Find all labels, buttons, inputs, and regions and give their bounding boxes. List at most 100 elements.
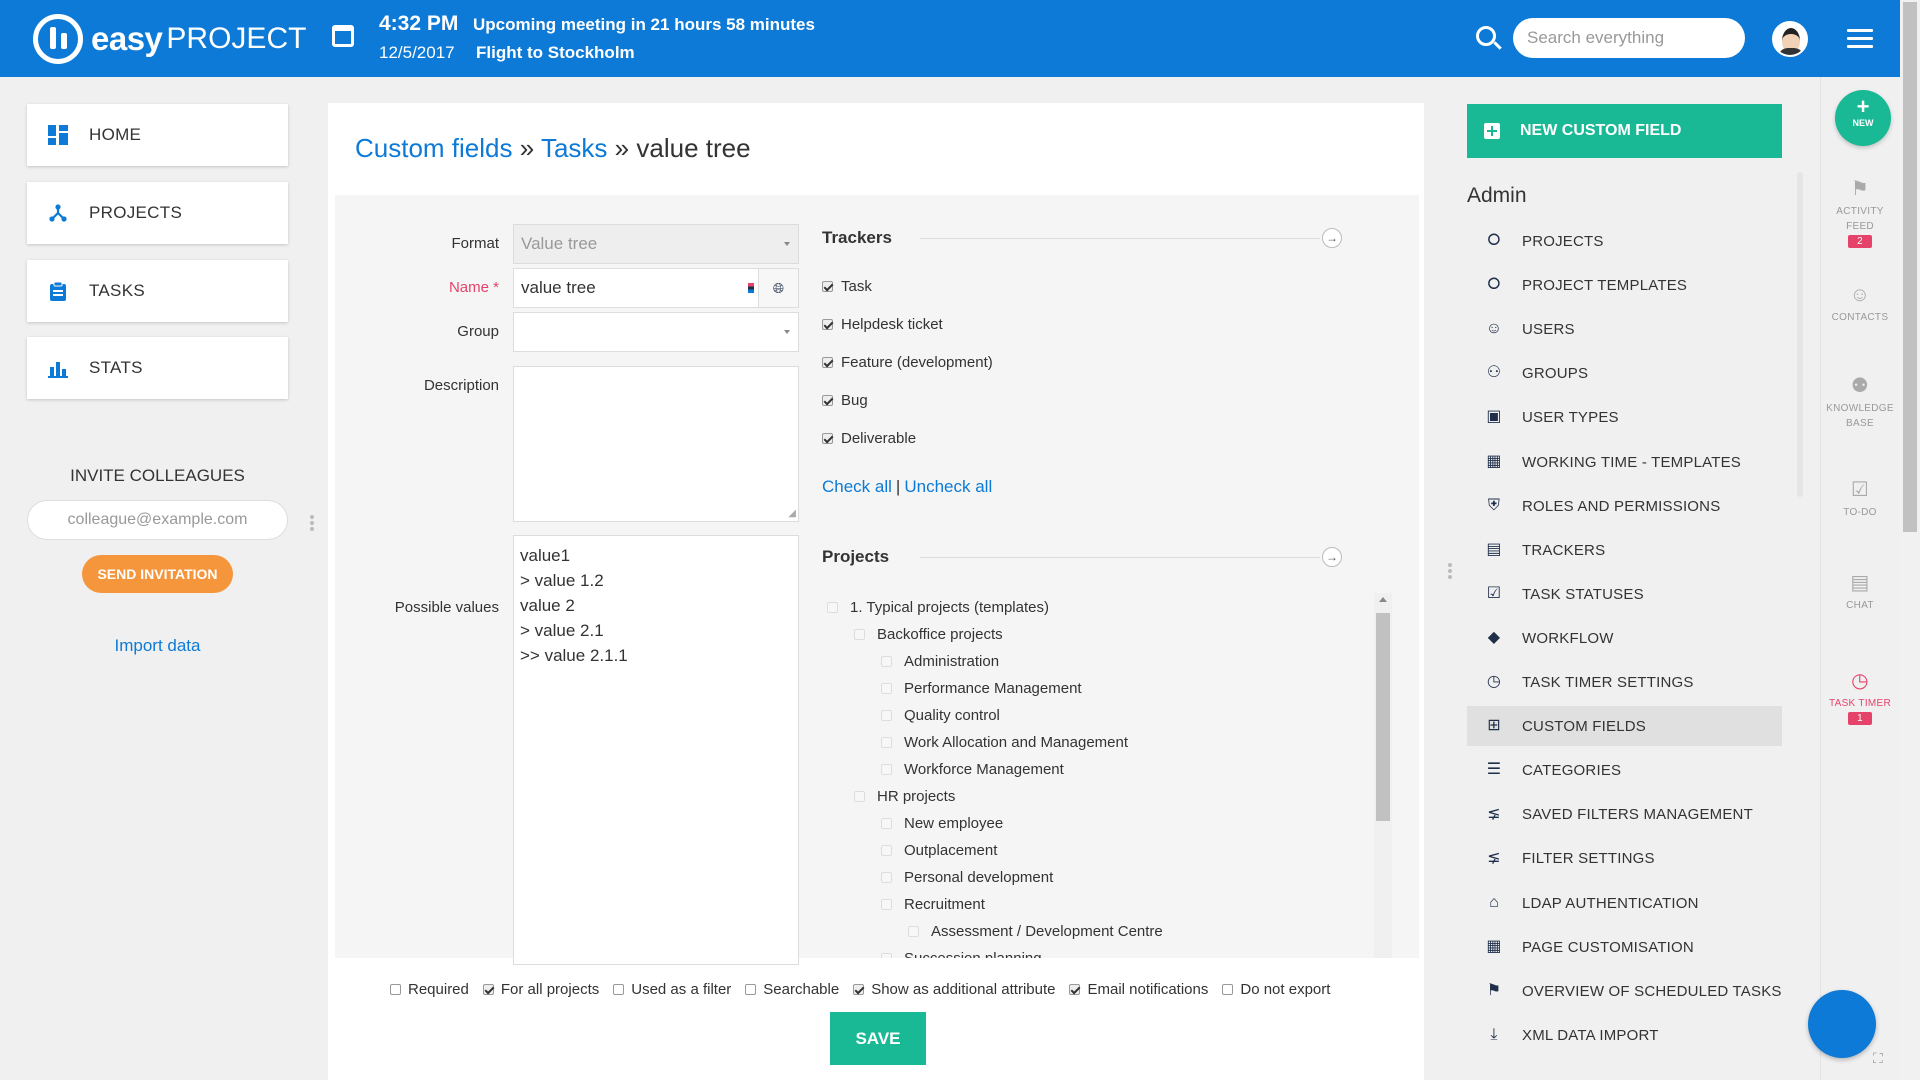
sidebar-item-home[interactable]: HOME <box>27 104 288 166</box>
breadcrumb-custom-fields-link[interactable]: Custom fields <box>355 133 513 163</box>
checkbox[interactable] <box>745 984 757 995</box>
checkbox[interactable] <box>881 818 892 829</box>
rail-todo[interactable]: ☑︎ TO-DO <box>1820 478 1900 520</box>
checkbox[interactable] <box>853 984 865 995</box>
project-tree-row[interactable]: Personal development <box>881 869 1053 886</box>
rail-knowledge-base[interactable]: ⚉ KNOWLEDGE BASE <box>1820 374 1900 431</box>
project-tree-row[interactable]: Recruitment <box>881 896 985 913</box>
checkbox[interactable] <box>482 984 494 995</box>
checkbox[interactable] <box>881 737 892 748</box>
option-do-not-export[interactable]: Do not export <box>1222 981 1330 998</box>
rail-task-timer[interactable]: ◷ TASK TIMER 1 <box>1820 669 1900 726</box>
meeting-subject[interactable]: Flight to Stockholm <box>476 43 635 63</box>
checkbox[interactable] <box>1069 984 1081 995</box>
checkbox[interactable] <box>908 926 919 937</box>
rail-activity-feed[interactable]: ⚑ ACTIVITY FEED 2 <box>1820 177 1900 249</box>
admin-item-xml-data-import[interactable]: ⤓ XML DATA IMPORT <box>1467 1015 1782 1055</box>
new-custom-field-button[interactable]: NEW CUSTOM FIELD <box>1467 104 1782 158</box>
group-select[interactable] <box>513 312 799 352</box>
project-tree-row[interactable]: Succession planning <box>881 950 1042 958</box>
admin-item-task-timer-settings[interactable]: ◷ TASK TIMER SETTINGS <box>1467 662 1782 702</box>
name-field[interactable]: value tree 🌐︎ <box>513 268 799 308</box>
rail-new-button[interactable]: + NEW <box>1835 90 1891 146</box>
page-scrollbar-thumb[interactable] <box>1903 2 1917 532</box>
admin-item-project-templates[interactable]: ⭘ PROJECT TEMPLATES <box>1467 265 1782 305</box>
checkbox[interactable] <box>881 656 892 667</box>
sidebar-item-tasks[interactable]: TASKS <box>27 260 288 322</box>
project-tree-row[interactable]: New employee <box>881 815 1003 832</box>
tracker-checkbox-row[interactable]: Bug <box>822 392 868 409</box>
admin-item-saved-filters-management[interactable]: ⪇ SAVED FILTERS MANAGEMENT <box>1467 794 1782 834</box>
sidebar-item-stats[interactable]: STATS <box>27 337 288 399</box>
tracker-checkbox-row[interactable]: Helpdesk ticket <box>822 316 943 333</box>
breadcrumb-tasks-link[interactable]: Tasks <box>541 133 607 163</box>
send-invitation-button[interactable]: SEND INVITATION <box>82 555 233 593</box>
checkbox[interactable] <box>881 683 892 694</box>
projects-scrollbar-thumb[interactable] <box>1376 613 1390 821</box>
scroll-up-icon[interactable] <box>1379 597 1387 602</box>
admin-item-roles-and-permissions[interactable]: ⛨ ROLES AND PERMISSIONS <box>1467 486 1782 526</box>
checkbox[interactable] <box>390 984 401 995</box>
admin-item-working-time-templates[interactable]: ▦ WORKING TIME - TEMPLATES <box>1467 442 1782 482</box>
checkbox[interactable] <box>854 791 865 802</box>
resize-handle-icon[interactable]: ◢ <box>788 508 796 519</box>
option-used-as-filter[interactable]: Used as a filter <box>613 981 731 998</box>
admin-item-custom-fields[interactable]: ⊞ CUSTOM FIELDS <box>1467 706 1782 746</box>
checkbox[interactable] <box>822 319 833 330</box>
checkbox[interactable] <box>881 953 892 958</box>
hamburger-menu-icon[interactable] <box>1847 29 1873 49</box>
admin-item-ldap-authentication[interactable]: ⌂ LDAP AUTHENTICATION <box>1467 883 1782 923</box>
checkbox[interactable] <box>881 899 892 910</box>
project-tree-row[interactable]: Work Allocation and Management <box>881 734 1128 751</box>
project-tree-row[interactable]: Administration <box>881 653 999 670</box>
tracker-checkbox-row[interactable]: Task <box>822 278 872 295</box>
sidebar-item-projects[interactable]: PROJECTS <box>27 182 288 244</box>
project-tree-row[interactable]: Backoffice projects <box>854 626 1003 643</box>
checkbox[interactable] <box>854 629 865 640</box>
arrow-right-icon[interactable]: → <box>1322 228 1342 248</box>
option-show-additional-attribute[interactable]: Show as additional attribute <box>853 981 1055 998</box>
search-input[interactable] <box>1513 18 1745 58</box>
project-tree-row[interactable]: Outplacement <box>881 842 997 859</box>
rail-chat[interactable]: ▤ CHAT <box>1820 571 1900 613</box>
projects-scrollbar[interactable] <box>1374 593 1392 958</box>
description-textarea[interactable]: ◢ <box>513 366 799 522</box>
option-email-notifications[interactable]: Email notifications <box>1069 981 1208 998</box>
calendar-icon[interactable] <box>332 25 354 47</box>
checkbox[interactable] <box>881 764 892 775</box>
app-logo[interactable]: easy PROJECT <box>33 14 306 64</box>
panel-resize-handle[interactable] <box>1448 563 1452 579</box>
admin-item-overview-of-scheduled-tasks[interactable]: ⚑ OVERVIEW OF SCHEDULED TASKS <box>1467 971 1782 1011</box>
checkbox[interactable] <box>881 710 892 721</box>
checkbox[interactable] <box>822 281 833 292</box>
checkbox[interactable] <box>1222 984 1234 995</box>
checkbox[interactable] <box>613 984 625 995</box>
admin-item-task-statuses[interactable]: ☑ TASK STATUSES <box>1467 574 1782 614</box>
checkbox[interactable] <box>827 602 838 613</box>
admin-item-categories[interactable]: ☰ CATEGORIES <box>1467 750 1782 790</box>
format-select[interactable]: Value tree <box>513 224 799 264</box>
admin-item-workflow[interactable]: ◆ WORKFLOW <box>1467 618 1782 658</box>
search-icon[interactable] <box>1476 26 1496 46</box>
checkbox[interactable] <box>822 433 833 444</box>
checkbox[interactable] <box>822 357 833 368</box>
meeting-title[interactable]: Upcoming meeting in 21 hours 58 minutes <box>473 15 815 35</box>
option-searchable[interactable]: Searchable <box>745 981 839 998</box>
project-tree-row[interactable]: Quality control <box>881 707 1000 724</box>
admin-item-page-customisation[interactable]: ▦ PAGE CUSTOMISATION <box>1467 927 1782 967</box>
expand-icon[interactable]: ⛶ <box>1873 1050 1883 1067</box>
chat-bubble-button[interactable] <box>1808 990 1876 1058</box>
admin-item-groups[interactable]: ⚇ GROUPS <box>1467 353 1782 393</box>
admin-item-projects[interactable]: ⭘ PROJECTS <box>1467 221 1782 261</box>
option-for-all-projects[interactable]: For all projects <box>482 981 599 998</box>
invite-email-input[interactable] <box>27 500 288 540</box>
sidebar-resize-handle[interactable] <box>310 515 314 531</box>
rail-contacts[interactable]: ☺︎ CONTACTS <box>1820 283 1900 325</box>
project-tree-row[interactable]: Assessment / Development Centre <box>908 923 1163 940</box>
project-tree-row[interactable]: HR projects <box>854 788 955 805</box>
project-tree-row[interactable]: 1. Typical projects (templates) <box>827 599 1049 616</box>
arrow-right-icon[interactable]: → <box>1322 547 1342 567</box>
save-button[interactable]: SAVE <box>830 1012 926 1065</box>
admin-scrollbar[interactable] <box>1797 172 1803 497</box>
tracker-checkbox-row[interactable]: Feature (development) <box>822 354 993 371</box>
